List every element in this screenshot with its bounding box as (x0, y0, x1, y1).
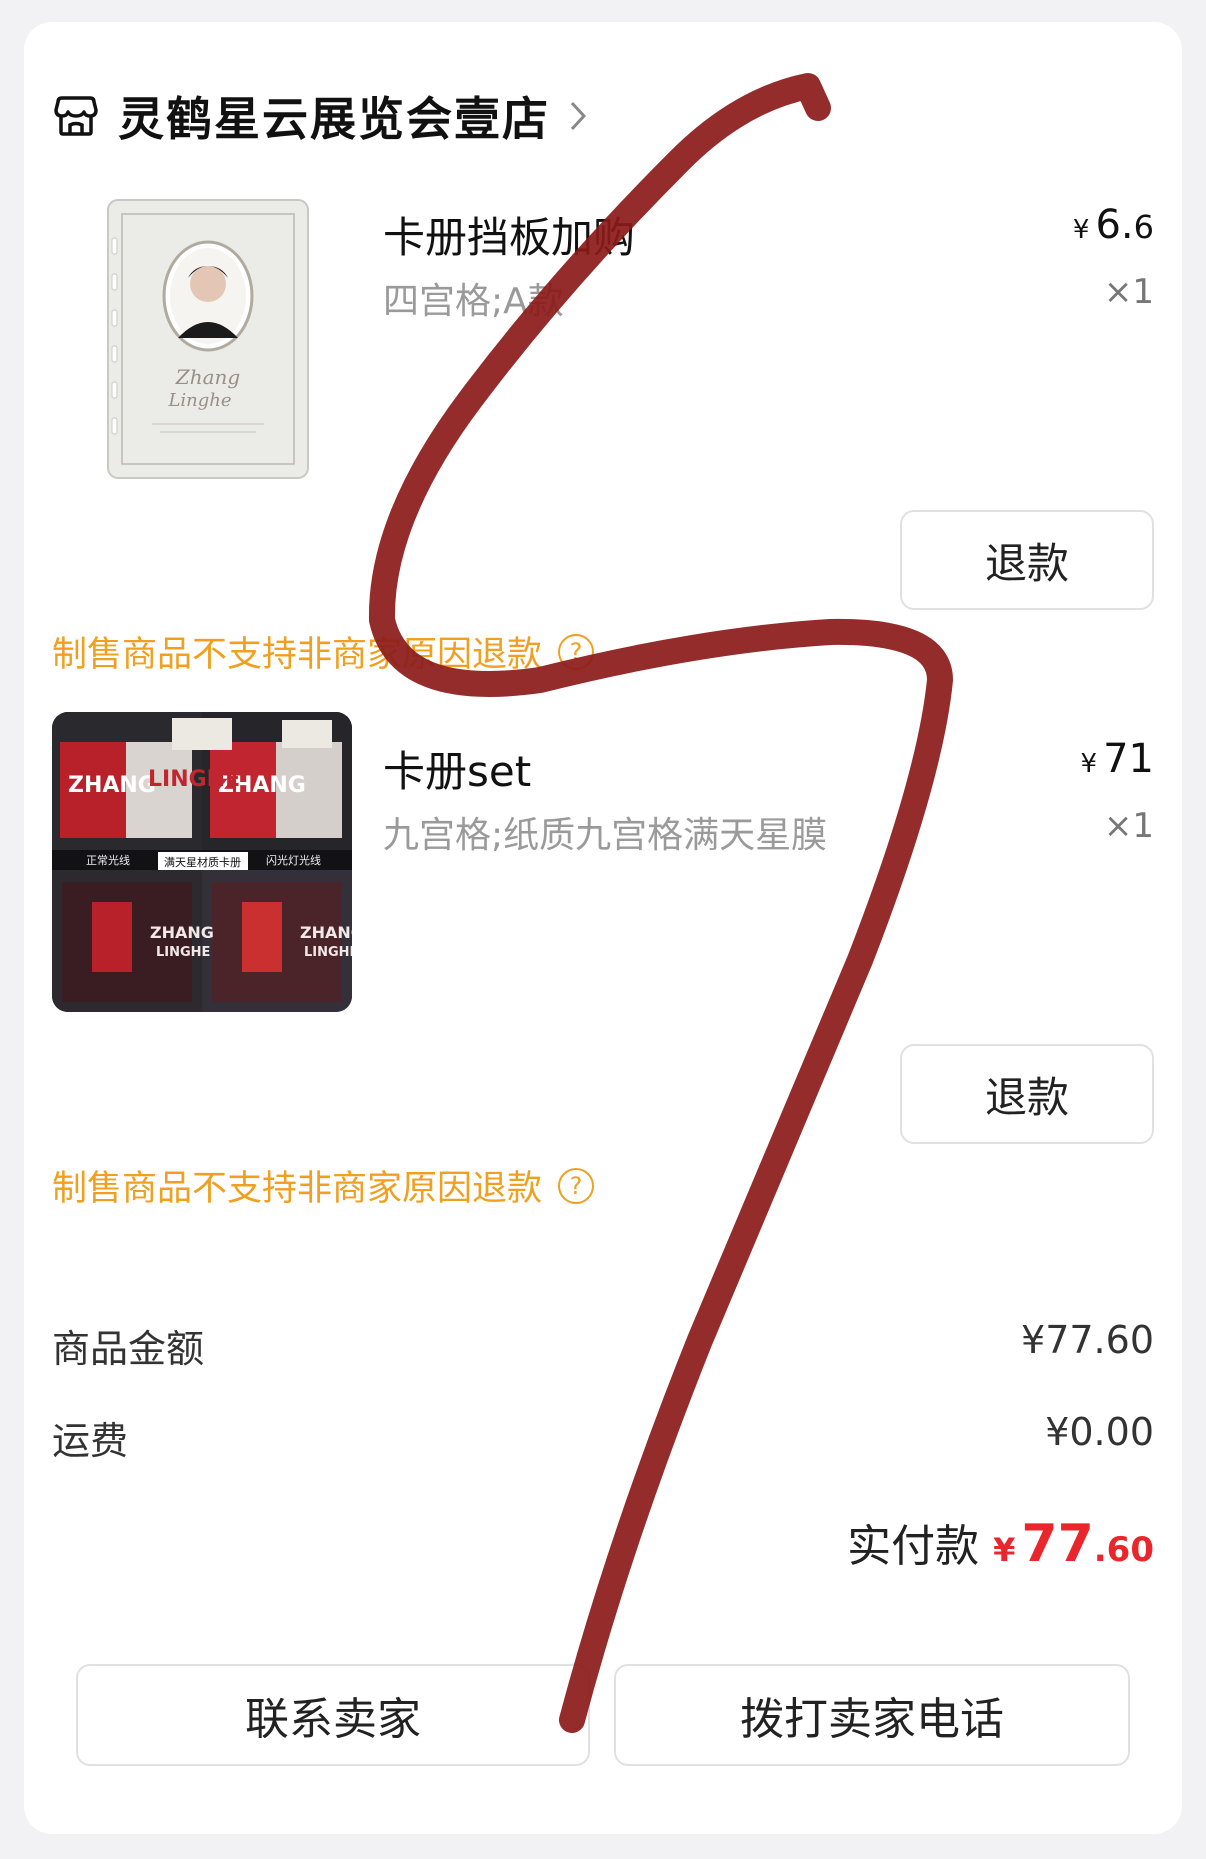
product-name[interactable]: 卡册挡板加购 (383, 204, 635, 265)
shipping-label: 运费 (52, 1419, 129, 1463)
contact-seller-button[interactable]: 联系卖家 (76, 1664, 590, 1766)
svg-text:ZHANG: ZHANG (300, 923, 352, 942)
product-quantity: ×1 (1103, 272, 1154, 312)
refund-button[interactable]: 退款 (900, 1044, 1154, 1144)
svg-text:LINGHE: LINGHE (156, 945, 210, 960)
svg-text:Zhang: Zhang (175, 365, 240, 389)
shop-name: 灵鹤星云展览会壹店 (118, 92, 550, 146)
goods-amount-label: 商品金额 (52, 1327, 205, 1371)
paid-amount: 实付款 ¥ 77 .60 (847, 1510, 1154, 1574)
product-name[interactable]: 卡册set (383, 738, 531, 799)
help-icon[interactable]: ? (558, 633, 595, 670)
product-thumbnail-card-divider[interactable]: Zhang Linghe (82, 178, 334, 500)
refund-notice: 制售商品不支持非商家原因退款 ? (52, 1160, 595, 1211)
product-thumbnail-card-set[interactable]: ZHANG ZHANG LINGHE 正常光线 满天星材质卡册 闪光灯光线 ZH… (52, 712, 352, 1012)
product-spec: 九宫格;纸质九宫格满天星膜 (383, 815, 828, 856)
svg-text:LINGHE: LINGHE (148, 767, 240, 792)
chevron-right-icon (570, 101, 587, 131)
store-icon (54, 96, 98, 136)
refund-notice: 制售商品不支持非商家原因退款 ? (52, 626, 595, 677)
product-price: ¥71 (1080, 736, 1154, 782)
svg-text:满天星材质卡册: 满天星材质卡册 (164, 855, 241, 869)
svg-text:LINGHE: LINGHE (304, 945, 352, 960)
svg-text:ZHANG: ZHANG (68, 773, 156, 798)
product-quantity: ×1 (1103, 806, 1154, 846)
call-seller-button[interactable]: 拨打卖家电话 (614, 1664, 1130, 1766)
shipping-value: ¥0.00 (1045, 1410, 1154, 1454)
paid-label: 实付款 (847, 1521, 980, 1572)
svg-text:Linghe: Linghe (167, 390, 231, 411)
svg-text:ZHANG: ZHANG (150, 923, 214, 942)
help-icon[interactable]: ? (558, 1167, 595, 1204)
svg-text:正常光线: 正常光线 (86, 853, 130, 867)
goods-amount-value: ¥77.60 (1021, 1318, 1154, 1362)
product-spec: 四宫格;A款 (383, 281, 564, 322)
shop-header[interactable]: 灵鹤星云展览会壹店 (52, 88, 590, 146)
svg-text:闪光灯光线: 闪光灯光线 (266, 853, 321, 867)
refund-button[interactable]: 退款 (900, 510, 1154, 610)
product-price: ¥6.6 (1072, 202, 1154, 248)
